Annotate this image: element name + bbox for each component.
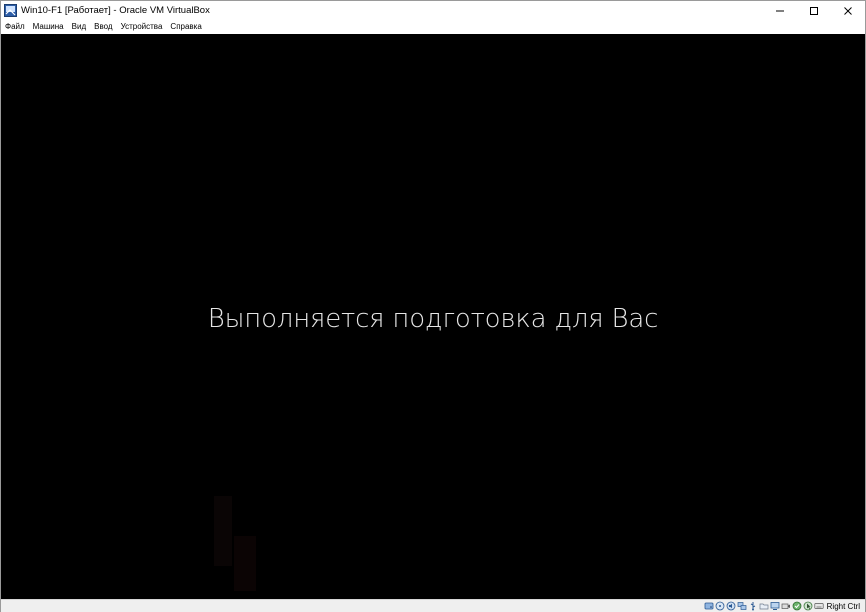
status-bar: Right Ctrl: [1, 599, 865, 612]
maximize-icon: [810, 6, 818, 15]
menu-bar: Файл Машина Вид Ввод Устройства Справка: [1, 20, 865, 34]
menu-help[interactable]: Справка: [166, 20, 205, 34]
audio-icon[interactable]: [726, 601, 736, 611]
keyboard-icon[interactable]: [814, 601, 824, 611]
minimize-button[interactable]: [763, 1, 797, 20]
mouse-integration-icon[interactable]: [803, 601, 813, 611]
menu-file[interactable]: Файл: [1, 20, 29, 34]
window-controls: [763, 1, 865, 20]
menu-view[interactable]: Вид: [68, 20, 90, 34]
menu-input[interactable]: Ввод: [90, 20, 116, 34]
close-button[interactable]: [831, 1, 865, 20]
menu-machine[interactable]: Машина: [29, 20, 68, 34]
display-icon[interactable]: [770, 601, 780, 611]
title-bar[interactable]: Win10-F1 [Работает] - Oracle VM VirtualB…: [1, 1, 865, 20]
hard-disk-icon[interactable]: [704, 601, 714, 611]
virtualbox-window: Win10-F1 [Работает] - Oracle VM VirtualB…: [0, 0, 866, 612]
virtualization-icon[interactable]: [792, 601, 802, 611]
minimize-icon: [776, 10, 784, 11]
host-key-label: Right Ctrl: [826, 601, 860, 611]
virtualbox-app-icon: [4, 4, 17, 17]
shared-folders-icon[interactable]: [759, 601, 769, 611]
usb-icon[interactable]: [748, 601, 758, 611]
vm-display[interactable]: Выполняется подготовка для Вас: [1, 34, 865, 599]
menu-devices[interactable]: Устройства: [117, 20, 167, 34]
maximize-button[interactable]: [797, 1, 831, 20]
optical-drive-icon[interactable]: [715, 601, 725, 611]
close-icon: [844, 6, 852, 15]
window-title: Win10-F1 [Работает] - Oracle VM VirtualB…: [21, 5, 210, 16]
video-capture-icon[interactable]: [781, 601, 791, 611]
network-icon[interactable]: [737, 601, 747, 611]
faint-background-artifact: [214, 496, 256, 591]
setup-status-message: Выполняется подготовка для Вас: [207, 304, 659, 334]
